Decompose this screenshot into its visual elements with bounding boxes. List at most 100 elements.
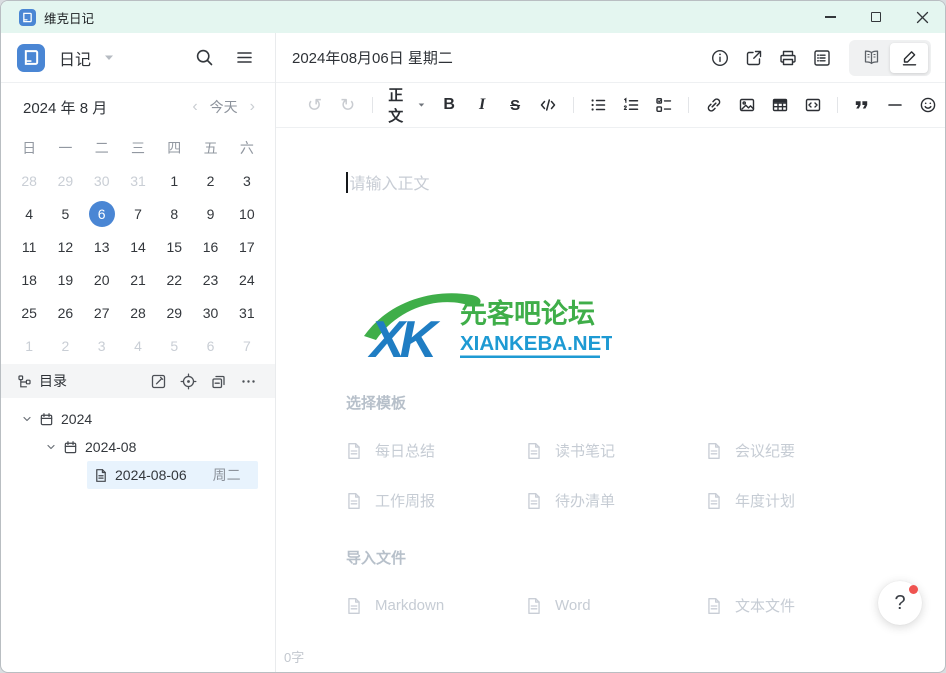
import-item[interactable]: 文本文件 — [706, 592, 886, 619]
outline-button[interactable] — [805, 41, 839, 75]
file-icon — [706, 442, 722, 460]
today-button[interactable]: 今天 — [210, 97, 238, 117]
edit-mode-button[interactable] — [890, 43, 928, 73]
calendar-day[interactable]: 28 — [11, 164, 47, 197]
strikethrough-button[interactable]: S — [502, 91, 528, 119]
editor-area[interactable]: 请输入正文 XK 先客吧论坛 XIANKEBA.NET 选择模板 每日总结读书笔… — [276, 128, 945, 672]
calendar-day[interactable]: 2 — [47, 329, 83, 362]
chevron-down-icon[interactable] — [21, 413, 33, 425]
calendar-day[interactable]: 27 — [84, 296, 120, 329]
calendar-day[interactable]: 16 — [192, 230, 228, 263]
tree-item[interactable]: 2024-08-06周二 — [87, 461, 258, 489]
notebook-switcher[interactable]: 日记 — [55, 46, 118, 70]
export-button[interactable] — [737, 41, 771, 75]
calendar-day[interactable]: 26 — [47, 296, 83, 329]
calendar-day[interactable]: 30 — [192, 296, 228, 329]
code-block-button[interactable] — [800, 91, 826, 119]
read-mode-button[interactable] — [852, 43, 890, 73]
prev-month-button[interactable]: ‹ — [192, 99, 197, 115]
chevron-down-icon[interactable] — [45, 441, 57, 453]
maximize-button[interactable] — [853, 1, 899, 33]
file-icon — [346, 597, 362, 615]
emoji-button[interactable] — [915, 91, 941, 119]
calendar-day[interactable]: 31 — [229, 296, 265, 329]
calendar-day[interactable]: 20 — [84, 263, 120, 296]
template-item[interactable]: 读书笔记 — [526, 437, 706, 464]
bullet-list-button[interactable] — [585, 91, 611, 119]
calendar-day[interactable]: 25 — [11, 296, 47, 329]
calendar-day[interactable]: 13 — [84, 230, 120, 263]
calendar-day[interactable]: 5 — [47, 197, 83, 230]
info-button[interactable] — [703, 41, 737, 75]
tree-item[interactable]: 2024 — [1, 405, 275, 433]
close-button[interactable] — [899, 1, 945, 33]
more-options-button[interactable] — [237, 370, 259, 392]
calendar-day[interactable]: 4 — [11, 197, 47, 230]
calendar-day[interactable]: 24 — [229, 263, 265, 296]
minimize-button[interactable] — [807, 1, 853, 33]
template-item[interactable]: 待办清单 — [526, 487, 706, 514]
calendar-day[interactable]: 10 — [229, 197, 265, 230]
import-item[interactable]: Markdown — [346, 592, 526, 619]
calendar-day[interactable]: 8 — [156, 197, 192, 230]
search-button[interactable] — [191, 45, 217, 71]
help-button[interactable]: ? — [878, 581, 922, 625]
calendar-day[interactable]: 1 — [156, 164, 192, 197]
calendar-day[interactable]: 31 — [120, 164, 156, 197]
calendar-day[interactable]: 7 — [120, 197, 156, 230]
link-button[interactable] — [701, 91, 727, 119]
calendar-day[interactable]: 6 — [84, 197, 120, 230]
tree-item[interactable]: 2024-08 — [1, 433, 275, 461]
template-item[interactable]: 年度计划 — [706, 487, 886, 514]
calendar-day[interactable]: 5 — [156, 329, 192, 362]
calendar-day[interactable]: 23 — [192, 263, 228, 296]
calendar-day[interactable]: 1 — [11, 329, 47, 362]
watermark-cn-text: 先客吧论坛 — [460, 298, 595, 329]
ordered-list-button[interactable] — [618, 91, 644, 119]
locate-icon — [180, 373, 197, 390]
import-item[interactable]: Word — [526, 592, 706, 619]
window-title: 维克日记 — [44, 8, 94, 27]
print-button[interactable] — [771, 41, 805, 75]
menu-button[interactable] — [231, 45, 257, 71]
table-button[interactable] — [767, 91, 793, 119]
template-item[interactable]: 会议纪要 — [706, 437, 886, 464]
calendar-day[interactable]: 7 — [229, 329, 265, 362]
calendar-day[interactable]: 29 — [156, 296, 192, 329]
calendar-day[interactable]: 11 — [11, 230, 47, 263]
calendar-day[interactable]: 15 — [156, 230, 192, 263]
inline-code-button[interactable] — [535, 91, 561, 119]
calendar-day[interactable]: 3 — [229, 164, 265, 197]
image-button[interactable] — [734, 91, 760, 119]
new-note-button[interactable] — [147, 370, 169, 392]
calendar-day[interactable]: 2 — [192, 164, 228, 197]
calendar-day[interactable]: 30 — [84, 164, 120, 197]
task-list-button[interactable] — [651, 91, 677, 119]
calendar-day[interactable]: 17 — [229, 230, 265, 263]
redo-button[interactable]: ↻ — [335, 91, 361, 119]
calendar-day[interactable]: 29 — [47, 164, 83, 197]
bold-button[interactable]: B — [436, 91, 462, 119]
divider-button[interactable] — [882, 91, 908, 119]
undo-button[interactable]: ↺ — [302, 91, 328, 119]
calendar-day[interactable]: 6 — [192, 329, 228, 362]
calendar-day[interactable]: 18 — [11, 263, 47, 296]
calendar-day[interactable]: 28 — [120, 296, 156, 329]
titlebar: 维克日记 — [1, 1, 945, 33]
template-item[interactable]: 每日总结 — [346, 437, 526, 464]
calendar-day[interactable]: 3 — [84, 329, 120, 362]
calendar-day[interactable]: 14 — [120, 230, 156, 263]
collapse-all-button[interactable] — [207, 370, 229, 392]
quote-button[interactable] — [849, 91, 875, 119]
calendar-day[interactable]: 9 — [192, 197, 228, 230]
calendar-day[interactable]: 19 — [47, 263, 83, 296]
paragraph-style-dropdown[interactable]: 正文 — [384, 91, 429, 119]
italic-button[interactable]: I — [469, 91, 495, 119]
next-month-button[interactable]: › — [250, 99, 255, 115]
calendar-day[interactable]: 21 — [120, 263, 156, 296]
calendar-day[interactable]: 4 — [120, 329, 156, 362]
template-item[interactable]: 工作周报 — [346, 487, 526, 514]
calendar-day[interactable]: 22 — [156, 263, 192, 296]
calendar-day[interactable]: 12 — [47, 230, 83, 263]
locate-today-button[interactable] — [177, 370, 199, 392]
